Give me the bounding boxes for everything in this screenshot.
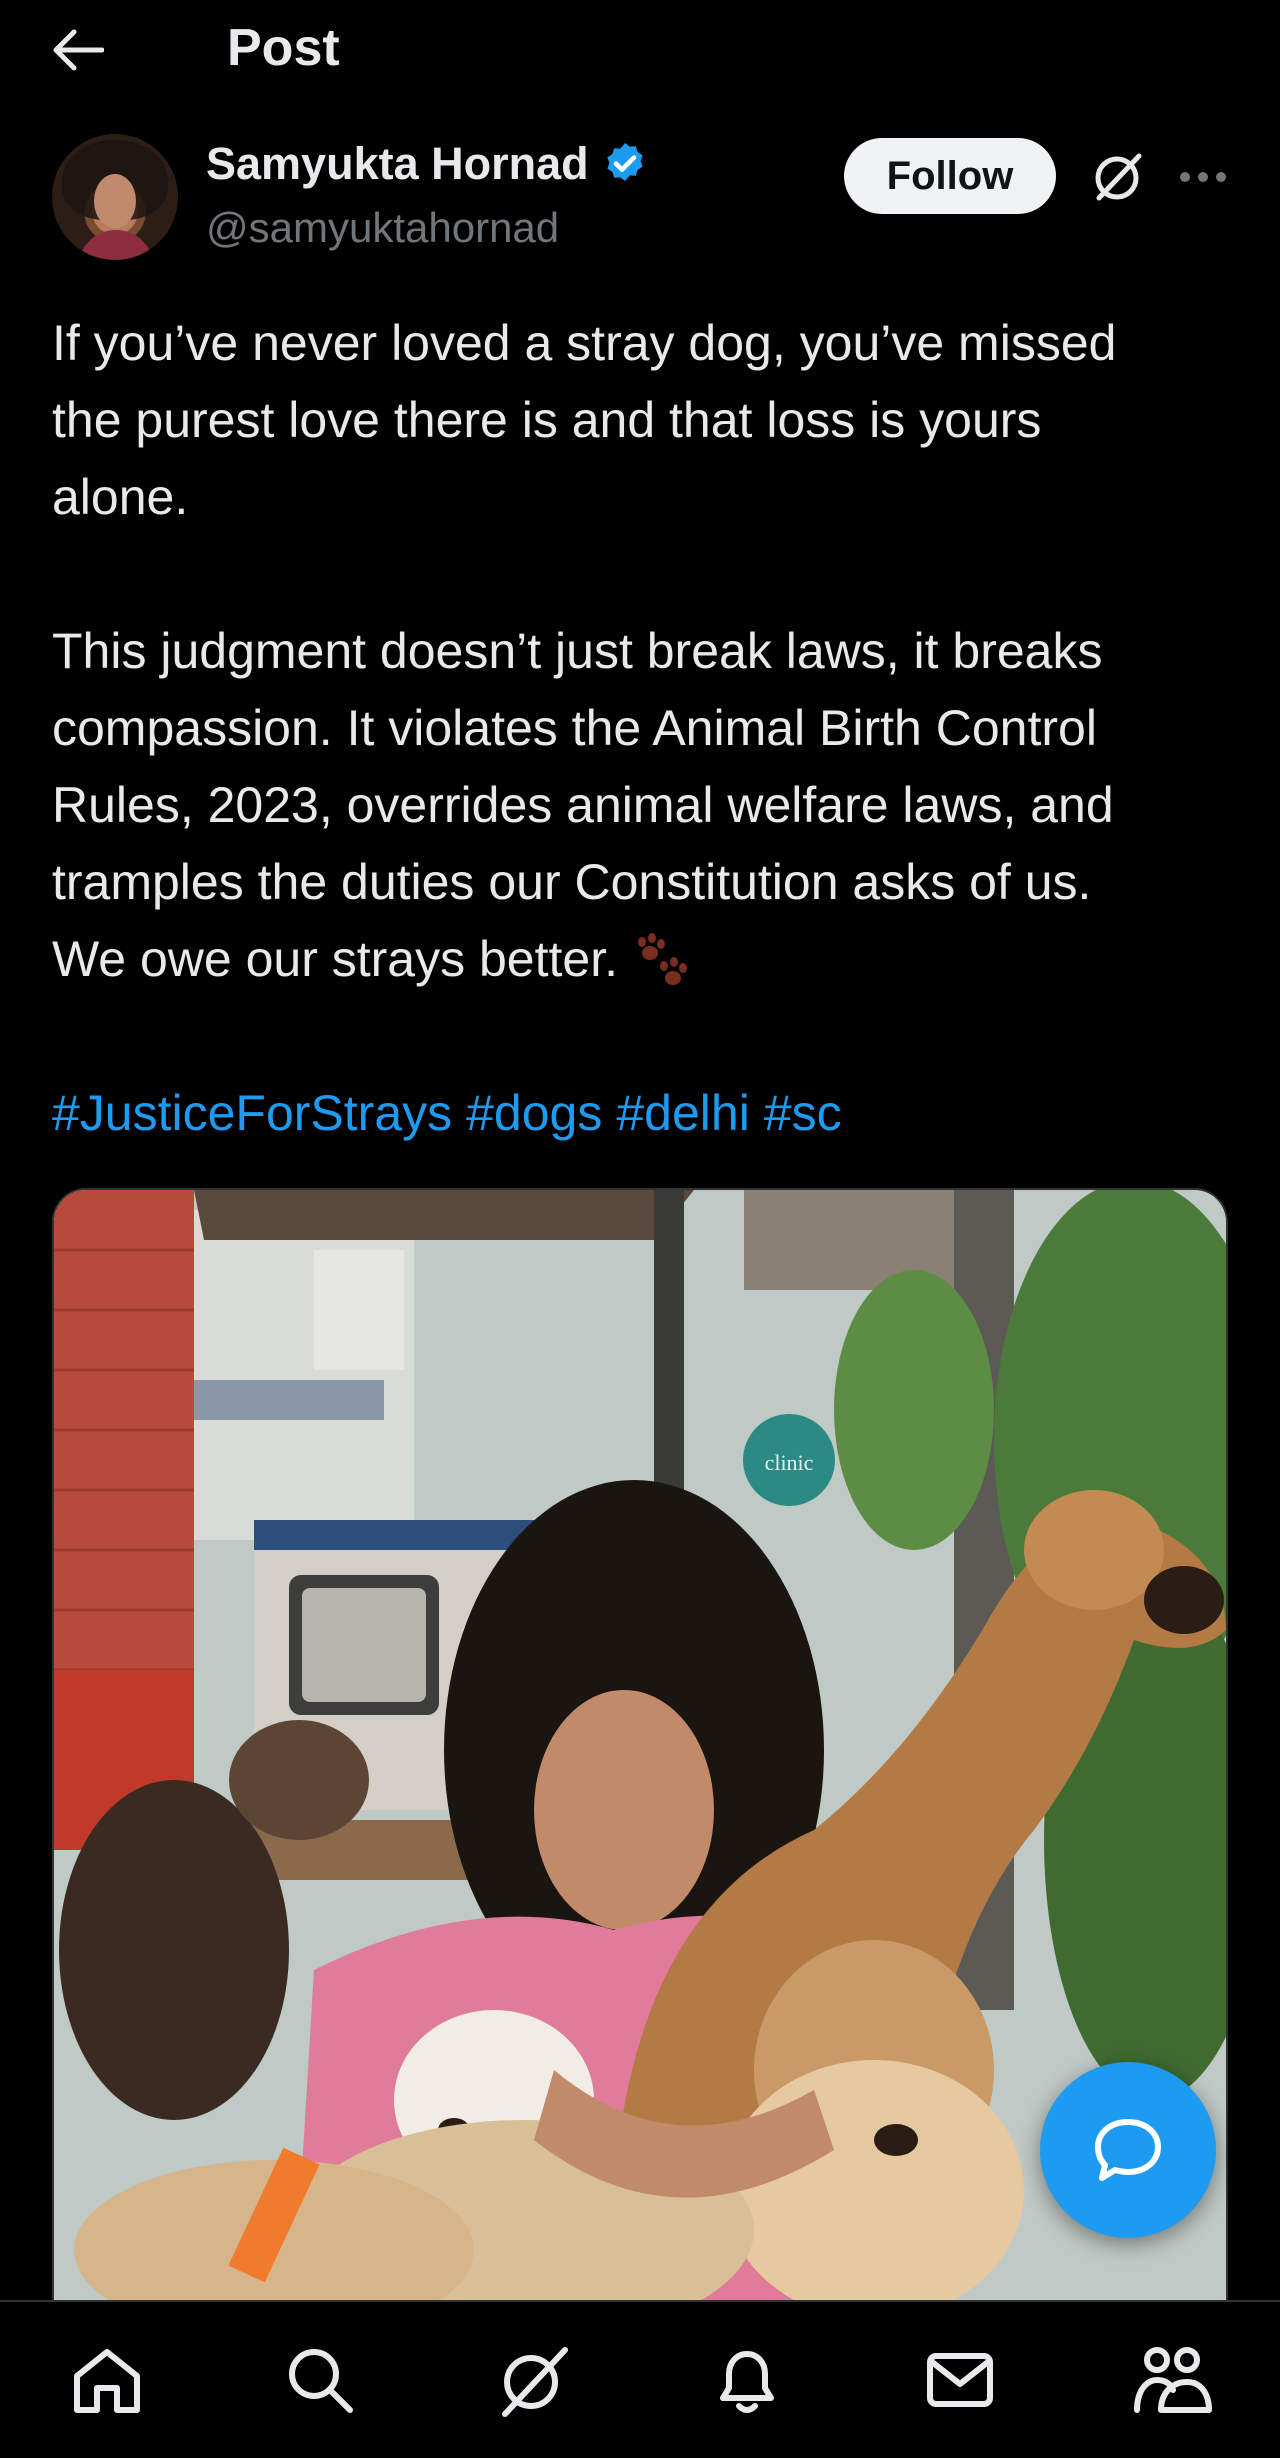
clinic-sign-text: clinic <box>765 1450 814 1475</box>
author-name[interactable]: Samyukta Hornad <box>206 138 589 190</box>
follow-button[interactable]: Follow <box>844 138 1056 214</box>
text-line: We owe our strays better. <box>52 931 618 987</box>
paw-prints-icon <box>638 932 687 985</box>
post-text: If you’ve never loved a stray dog, you’v… <box>52 305 1242 1152</box>
grok-icon <box>502 2347 569 2417</box>
more-horizontal-icon <box>1180 172 1226 182</box>
arrow-left-icon <box>53 29 104 71</box>
text-line: This judgment doesn’t just break laws, i… <box>52 623 1103 679</box>
text-line: tramples the duties our Constitution ask… <box>52 854 1092 910</box>
grok-button[interactable] <box>1085 144 1151 210</box>
nav-messages[interactable] <box>905 2325 1015 2435</box>
verified-badge-icon[interactable] <box>601 140 649 188</box>
nav-communities[interactable] <box>1118 2325 1228 2435</box>
text-line-last: We owe our strays better. <box>52 921 1242 998</box>
text-line: alone. <box>52 469 189 525</box>
author-handle[interactable]: @samyuktahornad <box>206 204 559 252</box>
reply-fab[interactable] <box>1040 2062 1216 2238</box>
text-line: Rules, 2023, overrides animal welfare la… <box>52 777 1114 833</box>
home-icon <box>74 2349 140 2413</box>
communities-icon <box>1133 2347 1212 2413</box>
hashtag-link[interactable]: #delhi <box>616 1085 749 1141</box>
avatar[interactable] <box>52 134 178 260</box>
nav-search[interactable] <box>265 2325 375 2435</box>
post-author: Samyukta Hornad @samyuktahornad Follow <box>0 130 1280 270</box>
nav-home[interactable] <box>52 2325 162 2435</box>
top-bar: Post <box>0 0 1280 100</box>
nav-grok[interactable] <box>478 2325 588 2435</box>
page-title: Post <box>227 19 340 77</box>
text-line: If you’ve never loved a stray dog, you’v… <box>52 315 1117 371</box>
nav-notifications[interactable] <box>692 2325 802 2435</box>
bottom-nav <box>0 2300 1280 2458</box>
more-button[interactable] <box>1170 144 1236 210</box>
messages-icon <box>926 2353 993 2407</box>
search-icon <box>289 2349 354 2413</box>
text-line: the purest love there is and that loss i… <box>52 392 1042 448</box>
back-button[interactable] <box>52 20 116 80</box>
grok-icon <box>1095 153 1142 201</box>
reply-bubble-icon <box>1095 2119 1161 2181</box>
name-row: Samyukta Hornad <box>206 138 649 190</box>
hashtags: #JusticeForStrays #dogs #delhi #sc <box>52 1075 1242 1152</box>
hashtag-link[interactable]: #sc <box>764 1085 842 1141</box>
hashtag-link[interactable]: #dogs <box>466 1085 602 1141</box>
notifications-icon <box>719 2351 774 2413</box>
post-screen: Post Samyukta Hornad @samyuktahornad Fol… <box>0 0 1280 2458</box>
text-line: compassion. It violates the Animal Birth… <box>52 700 1097 756</box>
hashtag-link[interactable]: #JusticeForStrays <box>52 1085 452 1141</box>
